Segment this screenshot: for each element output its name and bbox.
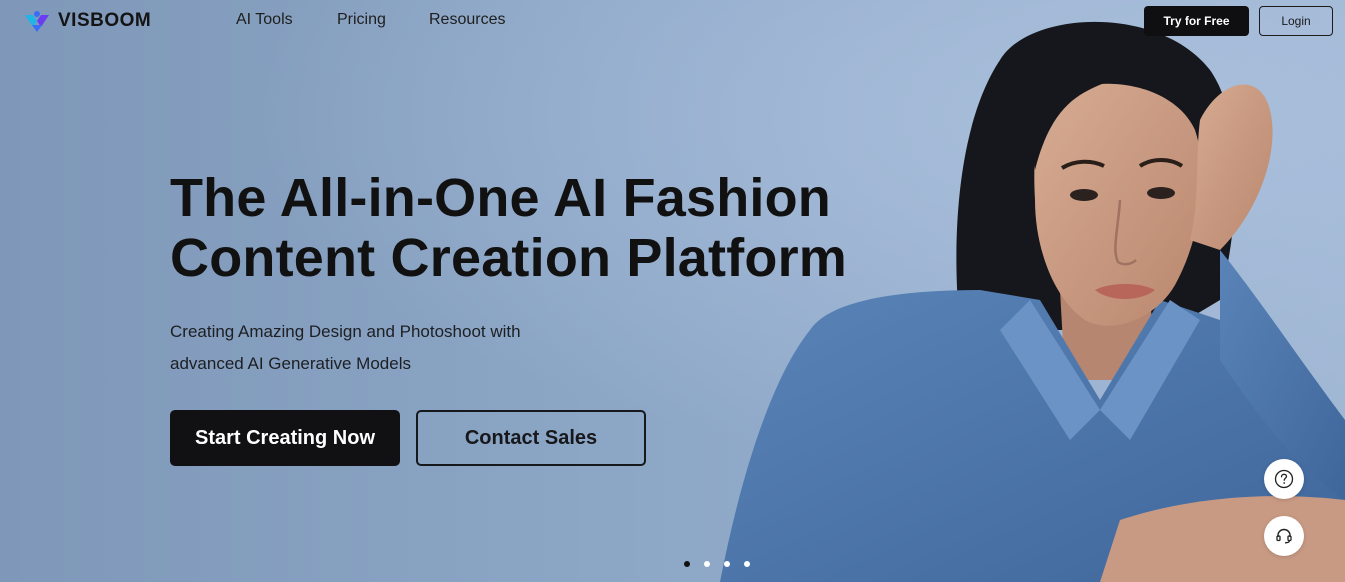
visboom-logo-icon [25,11,49,32]
nav-pricing[interactable]: Pricing [337,11,386,29]
start-creating-button[interactable]: Start Creating Now [170,410,400,466]
login-button[interactable]: Login [1259,6,1333,36]
contact-sales-button[interactable]: Contact Sales [416,410,646,466]
carousel-indicators [684,561,750,567]
nav-ai-tools[interactable]: AI Tools [236,11,293,29]
carousel-dot-4[interactable] [744,561,750,567]
help-button[interactable] [1264,459,1304,499]
carousel-dot-3[interactable] [724,561,730,567]
question-circle-icon [1274,469,1294,489]
hero-section: VISBOOM AI Tools Pricing Resources Try f… [0,0,1345,582]
nav-resources[interactable]: Resources [429,11,505,29]
top-nav: VISBOOM AI Tools Pricing Resources Try f… [0,0,1345,42]
carousel-dot-1[interactable] [684,561,690,567]
headset-icon [1276,528,1292,544]
headline-line-2: Content Creation Platform [170,228,848,288]
headline-line-1: The All-in-One AI Fashion [170,168,831,228]
brand-name: VISBOOM [58,10,152,31]
brand-logo[interactable]: VISBOOM [22,9,151,33]
subtext-line-1: Creating Amazing Design and Photoshoot w… [170,322,521,341]
carousel-dot-2[interactable] [704,561,710,567]
hero-subtext: Creating Amazing Design and Photoshoot w… [170,316,590,380]
subtext-line-2: advanced AI Generative Models [170,354,411,373]
try-for-free-button[interactable]: Try for Free [1144,6,1249,36]
hero-headline: The All-in-One AI Fashion Content Creati… [170,168,890,288]
model-photo [720,21,1345,582]
support-chat-button[interactable] [1264,516,1304,556]
